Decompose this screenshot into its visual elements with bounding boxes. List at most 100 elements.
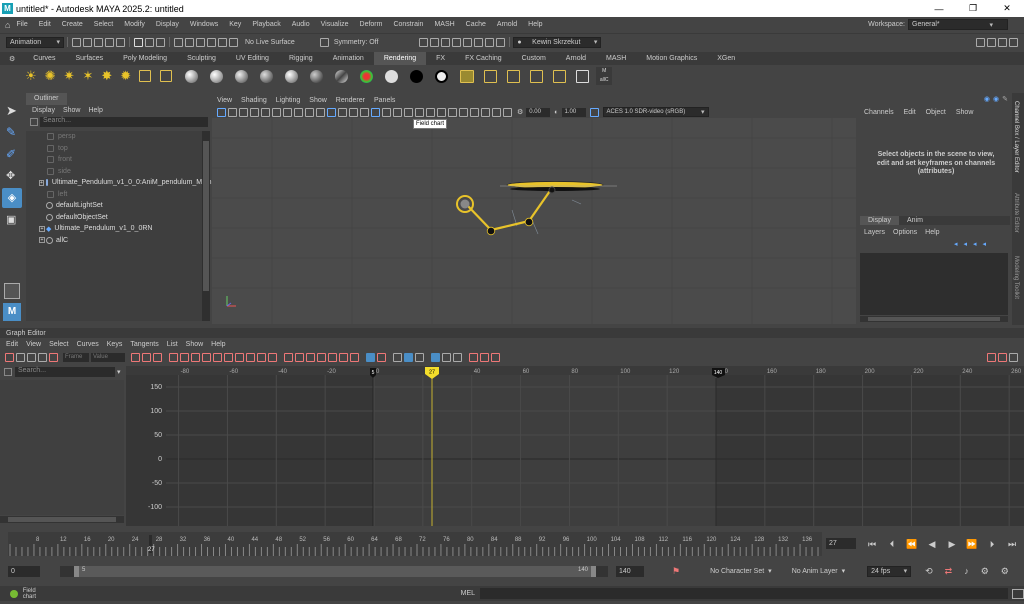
gate-mask-icon[interactable] [316, 107, 325, 117]
lasso-tool-icon[interactable]: ✎ [6, 125, 16, 139]
graph-menu-list[interactable]: List [167, 341, 178, 348]
move-key-icon[interactable] [5, 353, 14, 362]
camera-attributes-icon[interactable] [228, 107, 237, 117]
menu-visualize[interactable]: Visualize [321, 21, 349, 28]
modeling-toolkit-toggle-icon[interactable] [976, 37, 985, 47]
shelf-tab-poly-modeling[interactable]: Poly Modeling [113, 55, 177, 62]
spline-tangent-icon[interactable] [169, 353, 178, 362]
menu-windows[interactable]: Windows [190, 21, 218, 28]
menu-mash[interactable]: MASH [434, 21, 454, 28]
graph-search-input[interactable]: Search... [15, 367, 115, 377]
graph-current-time-marker[interactable]: 27 [425, 367, 439, 379]
layer-menu-options[interactable]: Options [893, 229, 917, 236]
shelf-tab-sculpting[interactable]: Sculpting [177, 55, 226, 62]
simplify-curve-icon[interactable] [480, 353, 489, 362]
graph-menu-tangents[interactable]: Tangents [130, 341, 158, 348]
shelf-tab-rigging[interactable]: Rigging [279, 55, 323, 62]
material-color-icon[interactable] [360, 69, 374, 83]
outliner-item-pendulum-rn[interactable]: + ◆ Ultimate_Pendulum_v1_0_0RN [26, 223, 202, 235]
graph-menu-curves[interactable]: Curves [77, 341, 99, 348]
menu-audio[interactable]: Audio [292, 21, 310, 28]
graph-search-dropdown-icon[interactable]: ▾ [117, 368, 121, 376]
graph-editor-expand-icon[interactable] [1009, 353, 1018, 362]
swap-buffer-icon[interactable] [295, 353, 304, 362]
material-white-icon[interactable] [385, 69, 399, 83]
menu-edit[interactable]: Edit [39, 21, 51, 28]
outliner-item-top[interactable]: top [26, 143, 202, 155]
viewport-menu-panels[interactable]: Panels [374, 97, 395, 104]
channel-box-menu-channels[interactable]: Channels [864, 109, 894, 116]
close-button[interactable]: ✕ [990, 3, 1024, 14]
ambient-light-icon[interactable]: ✹ [120, 68, 131, 84]
arnold-ipr-icon[interactable] [485, 37, 495, 47]
save-scene-icon[interactable] [94, 37, 103, 47]
loop-icon[interactable]: ⟲ [925, 566, 933, 577]
xray-joints-icon[interactable] [492, 107, 501, 117]
shelf-tab-mash[interactable]: MASH [596, 55, 636, 62]
redo-icon[interactable] [116, 37, 125, 47]
show-manipulator-icon[interactable] [4, 283, 20, 299]
outliner-item-front[interactable]: front [26, 154, 202, 166]
area-light-icon[interactable]: ✶ [82, 68, 93, 84]
menu-display[interactable]: Display [156, 21, 179, 28]
retime-tool-icon[interactable] [49, 353, 58, 362]
anim-prefs-icon[interactable]: ⚙ [981, 566, 989, 577]
layers-shelf-icon[interactable] [530, 69, 544, 83]
channel-box-settings-icon[interactable]: ◉ [984, 95, 990, 103]
frame-step-icon[interactable]: ⇄ [945, 566, 953, 577]
shelf-settings-icon[interactable]: ⚙ [9, 55, 15, 63]
material-ball-1-icon[interactable] [185, 69, 199, 83]
channel-box-menu-edit[interactable]: Edit [904, 109, 916, 116]
character-set-dropdown-icon[interactable]: ▾ [768, 567, 772, 575]
graph-menu-keys[interactable]: Keys [107, 341, 123, 348]
linear-tangent-icon[interactable] [191, 353, 200, 362]
unify-tangents-icon[interactable] [257, 353, 266, 362]
euler-filter-icon[interactable] [491, 353, 500, 362]
outliner-item-default-light-set[interactable]: defaultLightSet [26, 200, 202, 212]
step-tangent-icon[interactable] [213, 353, 222, 362]
arnold-render-icon[interactable] [474, 37, 484, 47]
new-layer-icon[interactable]: ◂ [973, 240, 977, 248]
render-settings-icon[interactable] [441, 37, 451, 47]
viewport-menu-show[interactable]: Show [309, 97, 327, 104]
menu-create[interactable]: Create [62, 21, 83, 28]
grid-icon[interactable] [283, 107, 292, 117]
graph-menu-help[interactable]: Help [211, 341, 225, 348]
frame-all-icon[interactable] [131, 353, 140, 362]
shelf-tab-animation[interactable]: Animation [323, 55, 374, 62]
shelf-tab-arnold[interactable]: Arnold [556, 55, 596, 62]
render-current-frame-icon[interactable] [419, 37, 429, 47]
step-back-icon[interactable]: ⏴ [882, 539, 902, 550]
grease-pencil-icon[interactable] [272, 107, 281, 117]
denormalize-icon[interactable] [350, 353, 359, 362]
animation-start-field[interactable]: 0 [8, 565, 40, 577]
outliner-search-input[interactable]: Search... [40, 117, 208, 127]
script-editor-button[interactable] [1012, 588, 1024, 599]
material-ball-3-icon[interactable] [235, 69, 249, 83]
channel-box-help-icon[interactable]: ◉ [993, 95, 999, 103]
smooth-shade-icon[interactable] [371, 107, 380, 117]
dope-sheet-icon[interactable] [987, 353, 996, 362]
paint-select-tool-icon[interactable]: ✐ [6, 147, 16, 161]
viewport-menu-lighting[interactable]: Lighting [276, 97, 301, 104]
play-forwards-icon[interactable]: ▶ [942, 539, 962, 550]
current-frame-field[interactable]: 27 [826, 538, 856, 549]
value-field[interactable]: Value [91, 353, 125, 362]
flat-tangent-icon[interactable] [202, 353, 211, 362]
menu-select[interactable]: Select [94, 21, 113, 28]
key-stats-icon[interactable] [306, 353, 315, 362]
viewport-menu-shading[interactable]: Shading [241, 97, 267, 104]
hypershade-shelf-icon[interactable] [484, 69, 498, 83]
ambient-occlusion-icon[interactable] [426, 107, 435, 117]
side-tab-channel-box[interactable]: Channel Box / Layer Editor [1013, 101, 1019, 173]
shelf-tab-fx[interactable]: FX [426, 55, 455, 62]
isolate-curve-icon[interactable] [415, 353, 424, 362]
sound-icon[interactable]: ♪ [964, 566, 969, 576]
viewport-menu-renderer[interactable]: Renderer [336, 97, 365, 104]
graph-menu-view[interactable]: View [26, 341, 41, 348]
attribute-editor-toggle-icon[interactable] [987, 37, 996, 47]
layer-move-down-icon[interactable]: ◂ [964, 240, 968, 248]
use-all-lights-icon[interactable] [404, 107, 413, 117]
channel-box-edit-icon[interactable]: ✎ [1002, 95, 1008, 103]
graph-editor-title[interactable]: Graph Editor [0, 330, 52, 337]
